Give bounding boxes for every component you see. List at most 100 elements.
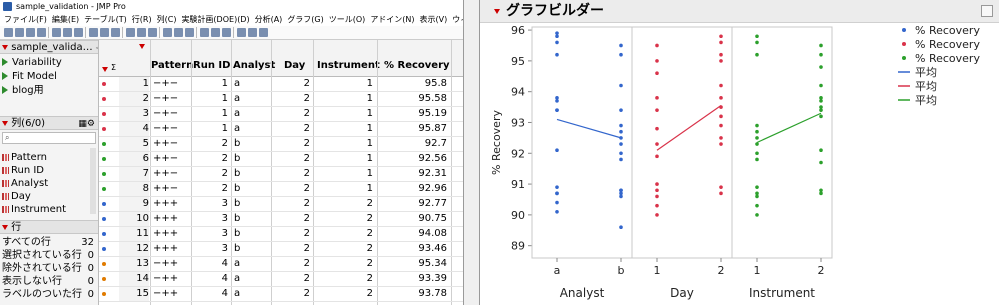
table-cell[interactable]: 92.7 <box>377 137 447 151</box>
table-cell[interactable]: 2 <box>271 242 310 256</box>
table-cell[interactable]: b <box>234 242 270 256</box>
table-cell[interactable]: −+− <box>153 92 189 106</box>
table-row[interactable]: 1 −+− 1 a 2 1 95.8 <box>99 77 463 92</box>
row-number[interactable]: 10 <box>119 212 149 226</box>
table-cell[interactable]: −+− <box>153 107 189 121</box>
row-number[interactable]: 13 <box>119 257 149 271</box>
table-cell[interactable]: a <box>234 257 270 271</box>
row-number[interactable]: 9 <box>119 197 149 211</box>
menu-item[interactable]: ファイル(F) <box>4 15 47 24</box>
table-cell[interactable]: +++ <box>153 197 189 211</box>
table-row[interactable]: 6 ++− 2 b 2 1 92.56 <box>99 152 463 167</box>
table-cell[interactable]: ++− <box>153 167 189 181</box>
table-cell[interactable]: 1 <box>191 77 228 91</box>
header-run-id[interactable]: Run ID <box>193 59 230 73</box>
table-cell[interactable]: b <box>234 212 270 226</box>
column-item-run-id[interactable]: Run ID <box>2 164 44 177</box>
header-analyst[interactable]: Analyst <box>233 59 275 73</box>
column-item-analyst[interactable]: Analyst <box>2 177 48 190</box>
table-cell[interactable]: 2 <box>271 77 310 91</box>
table-cell[interactable]: 2 <box>271 272 310 286</box>
toolbar-button-icon[interactable] <box>259 28 268 37</box>
menu-item[interactable]: 行(R) <box>132 15 152 24</box>
table-cell[interactable]: a <box>234 92 270 106</box>
table-cell[interactable]: 95.34 <box>377 257 447 271</box>
run-script-icon[interactable] <box>2 72 8 80</box>
red-triangle-menu-icon[interactable] <box>2 120 8 126</box>
menu-item[interactable]: 実験計画(DOE)(D) <box>181 15 249 24</box>
script-item-blog[interactable]: blog用 <box>2 84 44 98</box>
table-cell[interactable]: ++− <box>153 137 189 151</box>
table-cell[interactable]: 1 <box>191 107 228 121</box>
column-item-instrument[interactable]: Instrument <box>2 203 66 216</box>
table-cell[interactable]: 92.31 <box>377 167 447 181</box>
header-pattern[interactable]: Pattern <box>151 59 193 73</box>
table-cell[interactable]: 2 <box>313 227 373 241</box>
table-cell[interactable]: a <box>234 77 270 91</box>
table-cell[interactable]: 1 <box>313 107 373 121</box>
row-number[interactable]: 12 <box>119 242 149 256</box>
table-cell[interactable]: ++− <box>153 152 189 166</box>
table-row[interactable]: 2 −+− 1 a 2 1 95.58 <box>99 92 463 107</box>
pin-icon[interactable] <box>981 5 993 17</box>
run-script-icon[interactable] <box>2 86 8 94</box>
row-number[interactable]: 6 <box>119 152 149 166</box>
table-cell[interactable]: b <box>234 182 270 196</box>
table-cell[interactable]: 3 <box>191 212 228 226</box>
row-number[interactable]: 7 <box>119 167 149 181</box>
toolbar-button-icon[interactable] <box>37 28 46 37</box>
columns-options-icon[interactable]: ▦⚙ <box>78 117 95 129</box>
table-cell[interactable]: 2 <box>191 137 228 151</box>
table-cell[interactable]: 1 <box>313 122 373 136</box>
table-cell[interactable]: 94.08 <box>377 227 447 241</box>
row-number[interactable]: 4 <box>119 122 149 136</box>
table-cell[interactable]: 2 <box>271 107 310 121</box>
table-cell[interactable]: 95.58 <box>377 92 447 106</box>
menu-item[interactable]: 表示(V) <box>420 15 448 24</box>
toolbar-button-icon[interactable] <box>163 28 172 37</box>
toolbar-button-icon[interactable] <box>211 28 220 37</box>
table-cell[interactable]: 2 <box>271 137 310 151</box>
table-cell[interactable]: 3 <box>191 242 228 256</box>
rows-red-triangle-icon[interactable] <box>102 67 108 72</box>
row-number[interactable]: 1 <box>119 77 149 91</box>
table-cell[interactable]: 2 <box>313 287 373 301</box>
columns-scrollbar[interactable] <box>90 148 96 214</box>
columns-panel-header[interactable]: 列(6/0) ▦⚙ <box>0 116 98 130</box>
header-day[interactable]: Day <box>284 59 305 73</box>
toolbar-button-icon[interactable] <box>148 28 157 37</box>
toolbar-button-icon[interactable] <box>111 28 120 37</box>
table-cell[interactable]: 2 <box>191 182 228 196</box>
table-cell[interactable]: 2 <box>271 92 310 106</box>
menu-item[interactable]: 編集(E) <box>52 15 79 24</box>
table-cell[interactable]: −++ <box>153 287 189 301</box>
table-cell[interactable]: b <box>234 167 270 181</box>
header-instrument[interactable]: Instrument <box>317 59 380 73</box>
header-recovery[interactable]: % Recovery <box>384 59 450 73</box>
table-cell[interactable]: 4 <box>191 287 228 301</box>
table-cell[interactable]: a <box>234 272 270 286</box>
menu-item[interactable]: アドイン(N) <box>370 15 414 24</box>
table-cell[interactable]: 2 <box>271 197 310 211</box>
red-triangle-menu-icon[interactable] <box>494 9 500 14</box>
table-row[interactable]: 4 −+− 1 a 2 1 95.87 <box>99 122 463 137</box>
table-cell[interactable]: 4 <box>191 272 228 286</box>
table-row[interactable]: 9 +++ 3 b 2 2 92.77 <box>99 197 463 212</box>
red-triangle-menu-icon[interactable] <box>2 44 8 50</box>
table-cell[interactable]: 4 <box>191 257 228 271</box>
table-panel-header[interactable]: sample_valida… ◁ <box>0 40 98 54</box>
table-row[interactable]: 11 +++ 3 b 2 2 94.08 <box>99 227 463 242</box>
red-triangle-menu-icon[interactable] <box>2 224 8 230</box>
table-cell[interactable]: 2 <box>271 122 310 136</box>
table-cell[interactable]: b <box>234 227 270 241</box>
toolbar-button-icon[interactable] <box>222 28 231 37</box>
menu-item[interactable]: ウィンドウ(W) <box>452 15 463 24</box>
table-cell[interactable]: a <box>234 287 270 301</box>
menu-item[interactable]: ツール(O) <box>329 15 366 24</box>
toolbar-button-icon[interactable] <box>63 28 72 37</box>
table-cell[interactable]: b <box>234 137 270 151</box>
table-cell[interactable]: b <box>234 197 270 211</box>
table-cell[interactable]: 2 <box>191 152 228 166</box>
table-cell[interactable]: 92.77 <box>377 197 447 211</box>
table-cell[interactable]: 92.56 <box>377 152 447 166</box>
